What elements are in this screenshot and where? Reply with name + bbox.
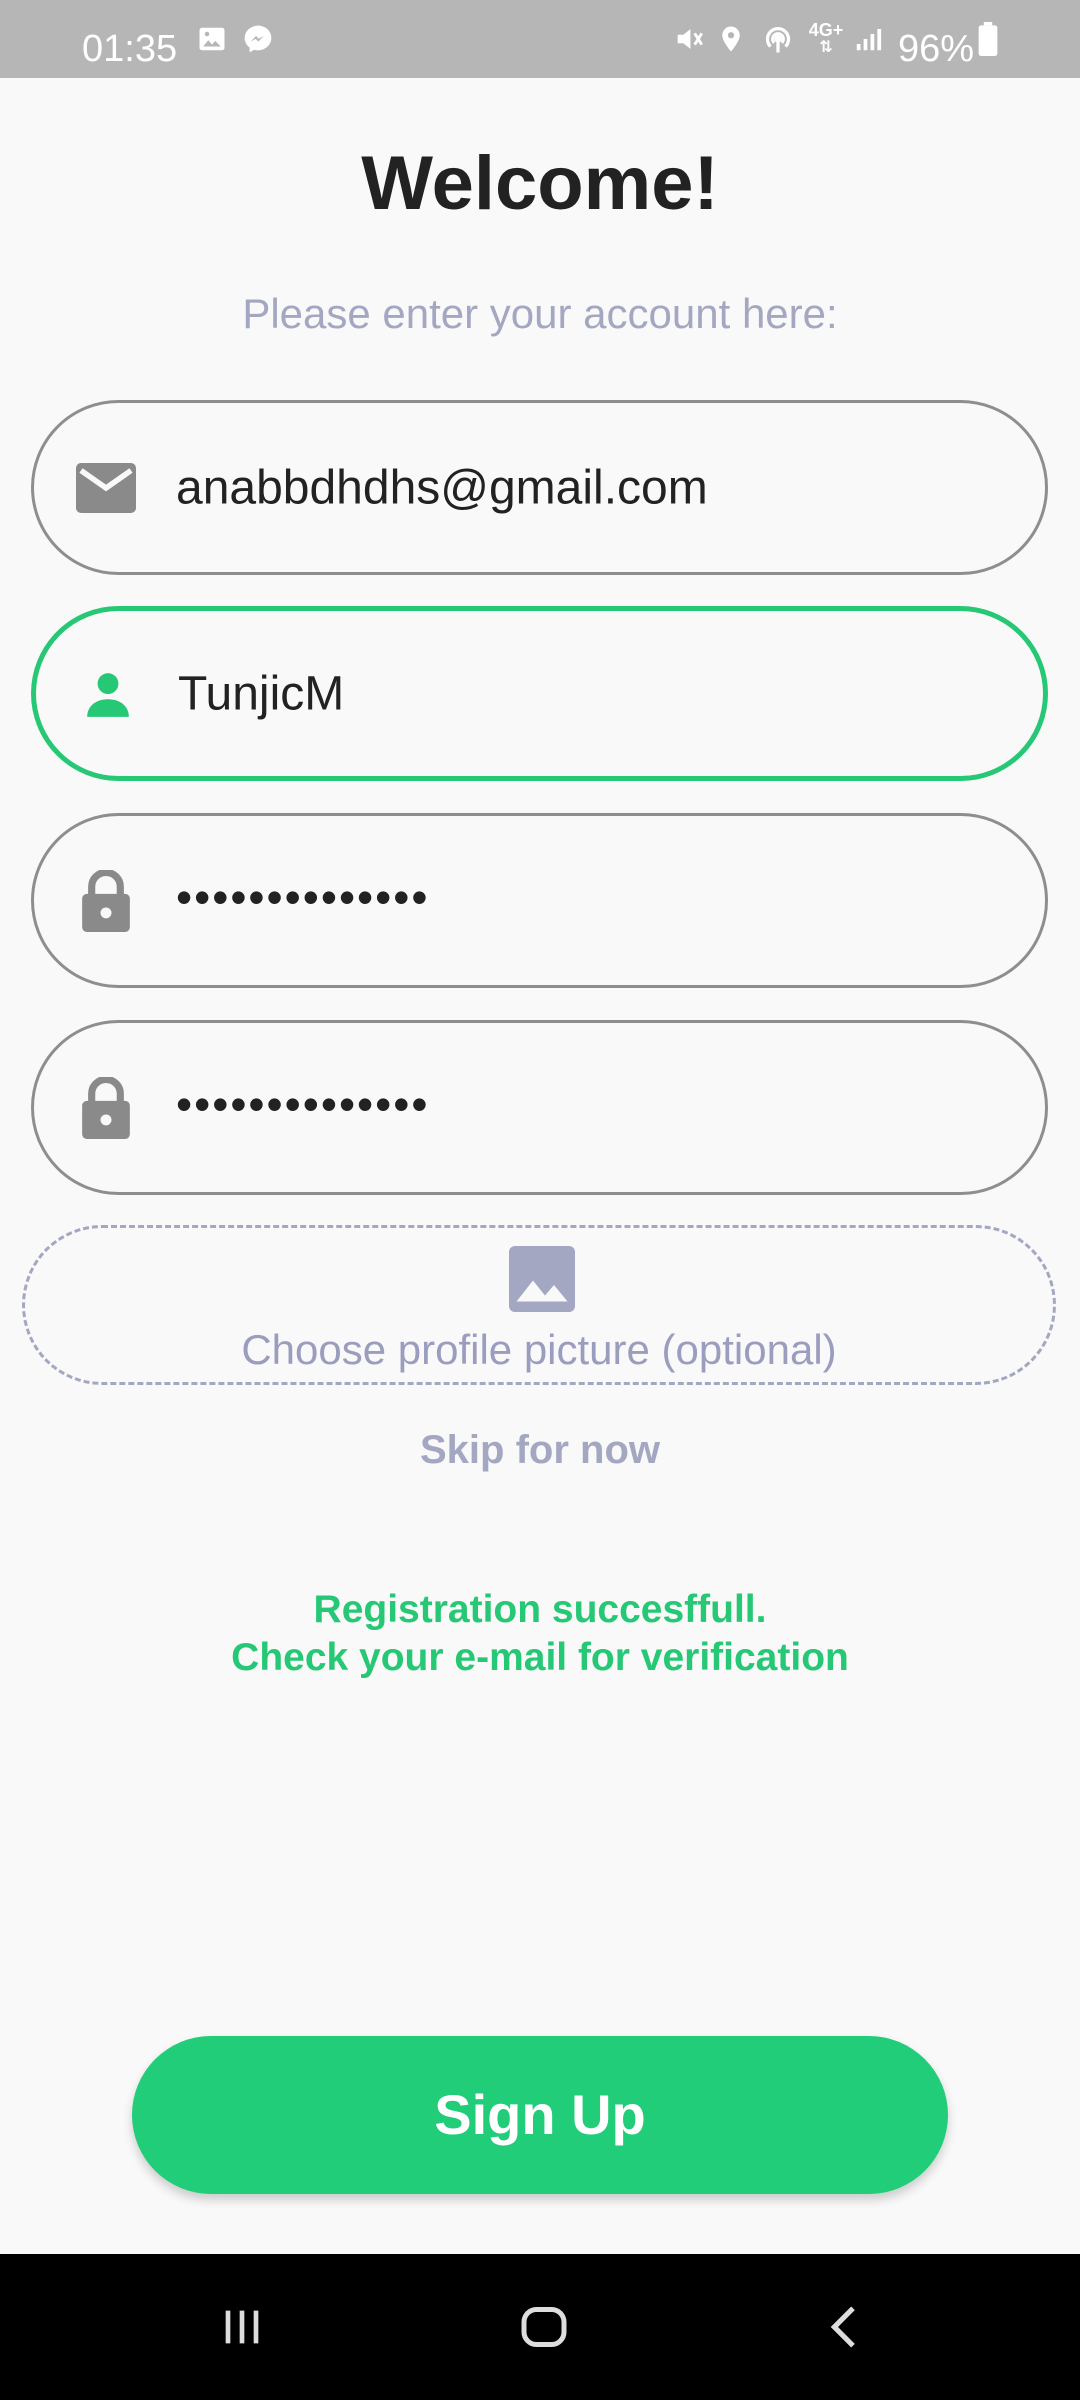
back-icon[interactable] (786, 2254, 906, 2400)
password-value: •••••••••••••• (176, 871, 430, 924)
page-title: Welcome! (361, 141, 719, 226)
image-icon (506, 1243, 578, 1315)
mail-icon (74, 456, 138, 520)
mute-icon (670, 0, 708, 78)
lock-icon (74, 1076, 138, 1140)
skip-link[interactable]: Skip for now (0, 1428, 1080, 1473)
home-icon[interactable] (484, 2254, 604, 2400)
messenger-icon (241, 0, 275, 78)
gallery-icon (196, 0, 228, 78)
profile-picture-label: Choose profile picture (optional) (241, 1326, 837, 1373)
registration-message: Registration succesffull. Check your e-m… (0, 1586, 1080, 1682)
sign-up-button[interactable]: Sign Up (132, 2036, 948, 2194)
page-subtitle: Please enter your account here: (242, 290, 838, 337)
confirm-password-field[interactable]: •••••••••••••• (31, 1020, 1048, 1195)
status-bar: 01:35 4G+ ⇅ 96% (0, 0, 1080, 78)
battery-icon (974, 0, 1002, 78)
location-icon (714, 0, 748, 78)
registration-message-line2: Check your e-mail for verification (231, 1636, 849, 1679)
confirm-password-value: •••••••••••••• (176, 1078, 430, 1131)
registration-message-line1: Registration succesffull. (313, 1588, 767, 1631)
password-field[interactable]: •••••••••••••• (31, 813, 1048, 988)
username-field[interactable]: TunjicM (31, 606, 1048, 781)
username-value: TunjicM (178, 667, 345, 720)
lock-icon (74, 869, 138, 933)
email-field[interactable]: anabbdhdhs@gmail.com (31, 400, 1048, 575)
battery-percent: 96% (898, 28, 975, 70)
status-time: 01:35 (82, 28, 178, 70)
profile-picture-picker[interactable]: Choose profile picture (optional) (22, 1225, 1056, 1385)
recent-apps-icon[interactable] (182, 2254, 302, 2400)
navigation-bar (0, 2254, 1080, 2400)
person-icon (76, 662, 140, 726)
hotspot-icon (758, 0, 798, 78)
email-value: anabbdhdhs@gmail.com (176, 461, 708, 514)
4g-icon: 4G+ ⇅ (808, 20, 844, 56)
signal-icon (850, 0, 886, 78)
